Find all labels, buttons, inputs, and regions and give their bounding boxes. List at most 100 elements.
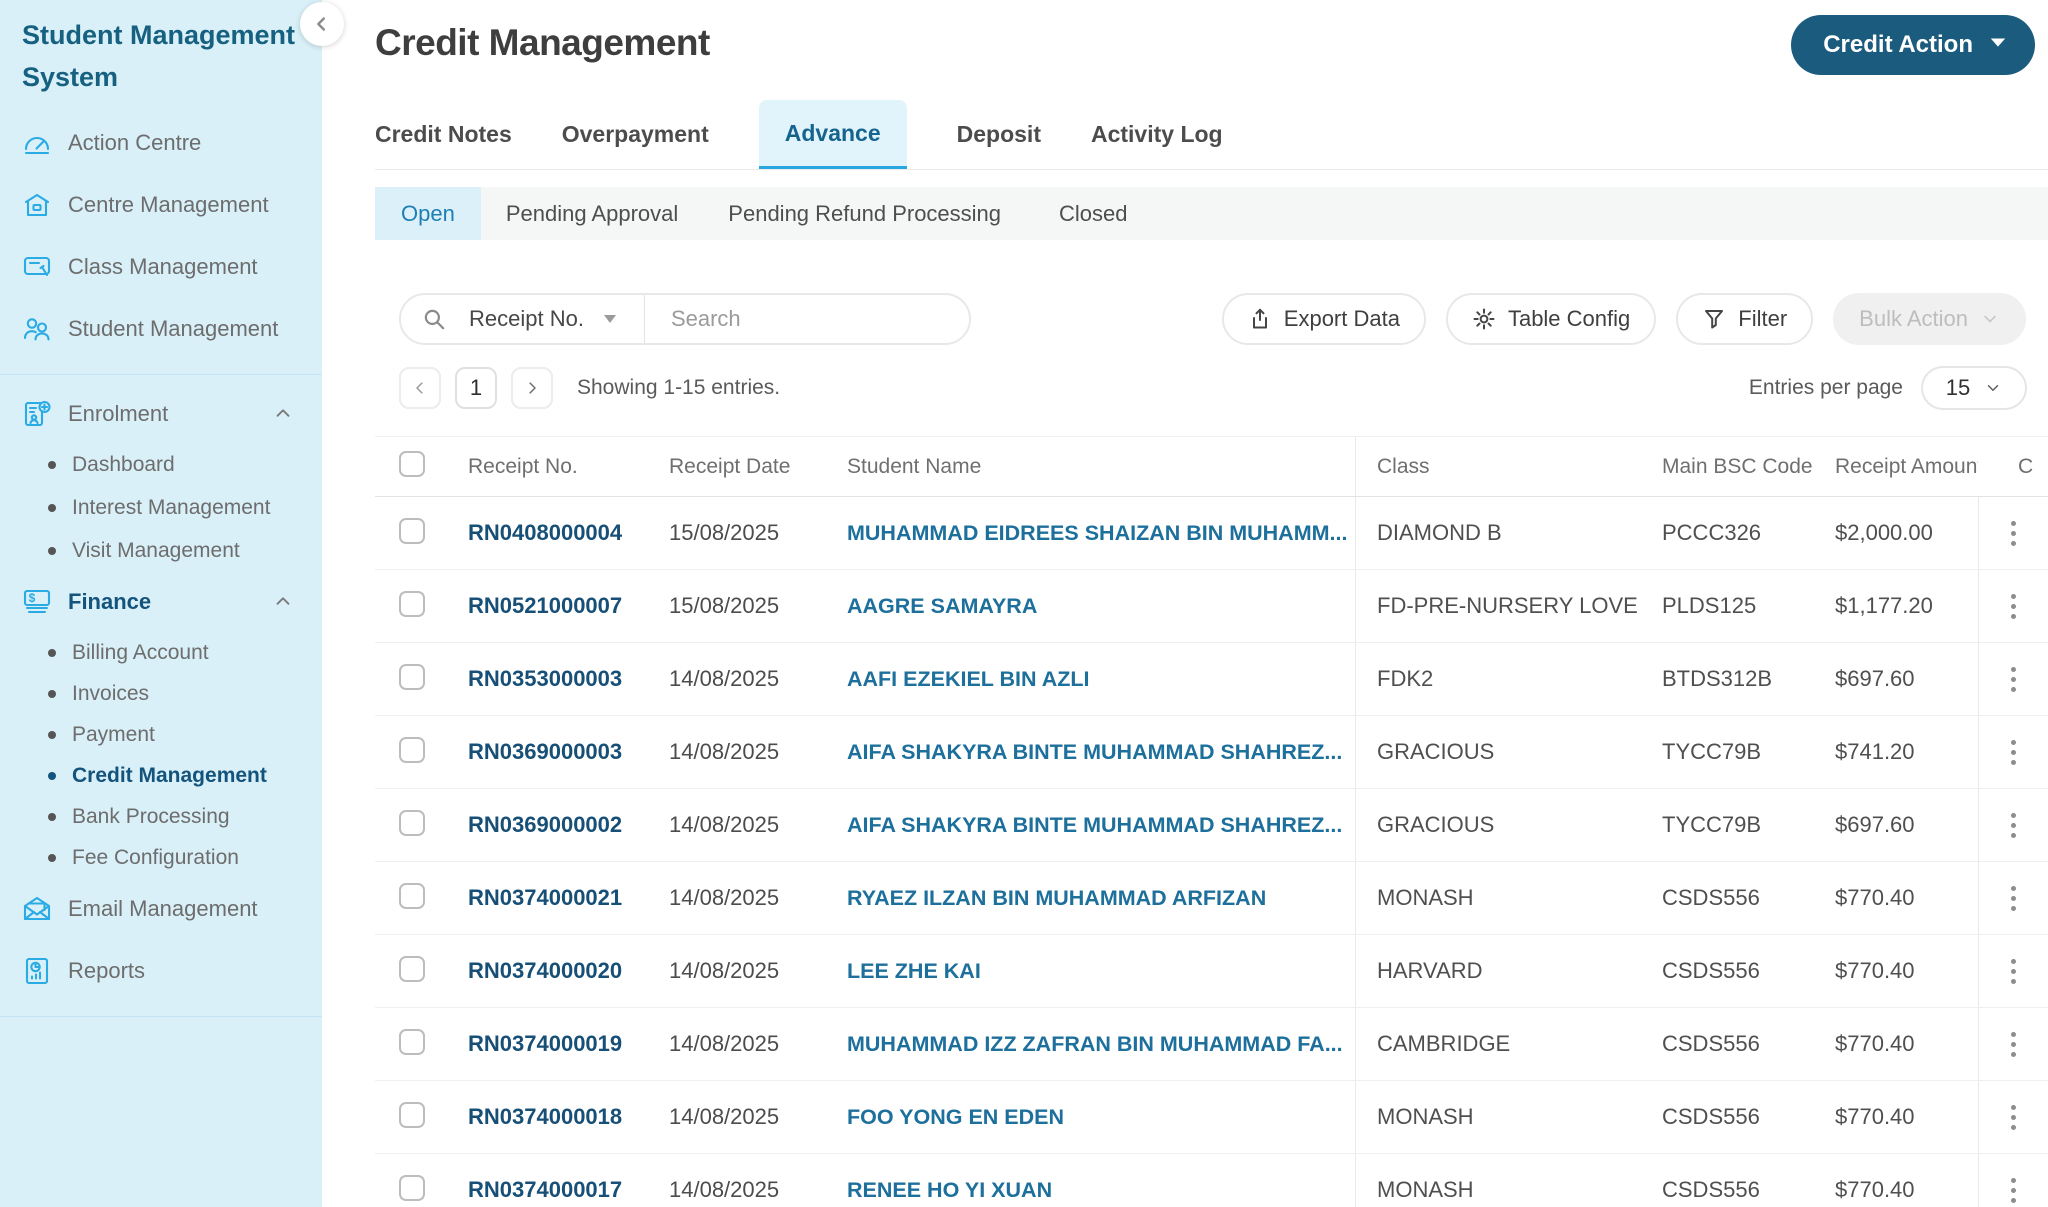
kebab-menu-icon[interactable] bbox=[2005, 734, 2022, 771]
bulk-action-button[interactable]: Bulk Action bbox=[1833, 293, 2026, 345]
sidebar-item-finance[interactable]: $ Finance bbox=[0, 572, 322, 632]
student-name-link[interactable]: MUHAMMAD IZZ ZAFRAN BIN MUHAMMAD FA... bbox=[847, 1032, 1343, 1056]
receipt-no-link[interactable]: RN0369000002 bbox=[468, 812, 622, 837]
search-category-dropdown[interactable]: Receipt No. bbox=[469, 306, 618, 332]
sidebar-subitem-visit-management[interactable]: Visit Management bbox=[0, 529, 322, 572]
table-row: RN0374000018 14/08/2025 FOO YONG EN EDEN… bbox=[375, 1081, 2048, 1154]
sidebar-item-label: Reports bbox=[68, 958, 146, 983]
sidebar-subitem-dashboard[interactable]: Dashboard bbox=[0, 443, 322, 486]
prev-page-button[interactable] bbox=[399, 367, 441, 409]
sidebar-subitem-billing-account[interactable]: Billing Account bbox=[0, 632, 322, 673]
sidebar-subitem-credit-management[interactable]: Credit Management bbox=[0, 755, 322, 796]
entries-per-page-select[interactable]: 15 bbox=[1921, 366, 2027, 410]
student-name-link[interactable]: AIFA SHAKYRA BINTE MUHAMMAD SHAHREZ... bbox=[847, 813, 1342, 837]
receipt-no-link[interactable]: RN0374000021 bbox=[468, 885, 622, 910]
sidebar-item-label: Email Management bbox=[68, 896, 258, 921]
receipt-no-link[interactable]: RN0374000018 bbox=[468, 1104, 622, 1129]
receipt-amount-cell: $770.40 bbox=[1835, 1031, 1915, 1056]
receipt-no-link[interactable]: RN0521000007 bbox=[468, 593, 622, 618]
class-cell: CAMBRIDGE bbox=[1355, 1008, 1645, 1080]
kebab-menu-icon[interactable] bbox=[2005, 661, 2022, 698]
tab-activity-log[interactable]: Activity Log bbox=[1091, 100, 1223, 169]
student-name-link[interactable]: FOO YONG EN EDEN bbox=[847, 1105, 1064, 1129]
tab-bar: Credit Notes Overpayment Advance Deposit… bbox=[375, 100, 2048, 170]
table-row: RN0353000003 14/08/2025 AAFI EZEKIEL BIN… bbox=[375, 643, 2048, 716]
kebab-menu-icon[interactable] bbox=[2005, 588, 2022, 625]
kebab-menu-icon[interactable] bbox=[2005, 807, 2022, 844]
student-name-link[interactable]: AAFI EZEKIEL BIN AZLI bbox=[847, 667, 1089, 691]
receipt-no-link[interactable]: RN0374000017 bbox=[468, 1177, 622, 1202]
class-cell: MONASH bbox=[1355, 1081, 1645, 1153]
sidebar-subitem-payment[interactable]: Payment bbox=[0, 714, 322, 755]
subtab-closed[interactable]: Closed bbox=[1059, 187, 1127, 240]
sidebar-item-reports[interactable]: Reports bbox=[0, 940, 322, 1002]
row-checkbox[interactable] bbox=[399, 1101, 425, 1128]
sidebar-nav: Action Centre Centre Management Class Ma… bbox=[0, 112, 322, 1027]
kebab-menu-icon[interactable] bbox=[2005, 1099, 2022, 1136]
filter-button[interactable]: Filter bbox=[1676, 293, 1814, 345]
table-body: RN0408000004 15/08/2025 MUHAMMAD EIDREES… bbox=[375, 497, 2048, 1207]
credit-action-button[interactable]: Credit Action bbox=[1791, 15, 2035, 75]
export-data-button[interactable]: Export Data bbox=[1221, 293, 1426, 345]
sidebar-item-class-management[interactable]: Class Management bbox=[0, 236, 322, 298]
tab-advance[interactable]: Advance bbox=[758, 100, 907, 169]
row-checkbox[interactable] bbox=[399, 1028, 425, 1055]
page-number-button[interactable]: 1 bbox=[455, 367, 497, 409]
reports-icon bbox=[22, 956, 52, 986]
student-name-link[interactable]: RENEE HO YI XUAN bbox=[847, 1178, 1052, 1202]
row-checkbox[interactable] bbox=[399, 517, 425, 544]
subtab-pending-approval[interactable]: Pending Approval bbox=[506, 187, 678, 240]
svg-text:$: $ bbox=[29, 591, 36, 605]
sidebar-subitem-interest-management[interactable]: Interest Management bbox=[0, 486, 322, 529]
main-content: Credit Management Credit Action Credit N… bbox=[322, 0, 2048, 1207]
kebab-menu-icon[interactable] bbox=[2005, 1172, 2022, 1207]
row-checkbox[interactable] bbox=[399, 955, 425, 982]
student-name-link[interactable]: RYAEZ ILZAN BIN MUHAMMAD ARFIZAN bbox=[847, 886, 1266, 910]
sidebar-subitem-fee-configuration[interactable]: Fee Configuration bbox=[0, 837, 322, 878]
kebab-menu-icon[interactable] bbox=[2005, 880, 2022, 917]
student-name-link[interactable]: AIFA SHAKYRA BINTE MUHAMMAD SHAHREZ... bbox=[847, 740, 1342, 764]
kebab-menu-icon[interactable] bbox=[2005, 953, 2022, 990]
sidebar-item-centre-management[interactable]: Centre Management bbox=[0, 174, 322, 236]
kebab-menu-icon[interactable] bbox=[2005, 1026, 2022, 1063]
column-header-receipt-no: Receipt No. bbox=[468, 454, 578, 478]
receipt-no-link[interactable]: RN0374000019 bbox=[468, 1031, 622, 1056]
subtab-pending-refund-processing[interactable]: Pending Refund Processing bbox=[728, 187, 1001, 240]
sidebar-subitem-bank-processing[interactable]: Bank Processing bbox=[0, 796, 322, 837]
sidebar-item-email-management[interactable]: Email Management bbox=[0, 878, 322, 940]
row-checkbox[interactable] bbox=[399, 882, 425, 909]
sidebar-collapse-button[interactable] bbox=[300, 2, 344, 46]
row-checkbox[interactable] bbox=[399, 736, 425, 763]
select-all-checkbox[interactable] bbox=[399, 450, 425, 477]
chevron-up-icon[interactable] bbox=[272, 403, 294, 425]
student-name-link[interactable]: AAGRE SAMAYRA bbox=[847, 594, 1037, 618]
sidebar-item-action-centre[interactable]: Action Centre bbox=[0, 112, 322, 174]
receipt-no-link[interactable]: RN0408000004 bbox=[468, 520, 622, 545]
row-checkbox[interactable] bbox=[399, 590, 425, 617]
receipt-no-link[interactable]: RN0369000003 bbox=[468, 739, 622, 764]
tab-credit-notes[interactable]: Credit Notes bbox=[375, 100, 512, 169]
kebab-menu-icon[interactable] bbox=[2005, 515, 2022, 552]
row-checkbox[interactable] bbox=[399, 663, 425, 690]
sidebar-subitem-invoices[interactable]: Invoices bbox=[0, 673, 322, 714]
tab-deposit[interactable]: Deposit bbox=[957, 100, 1041, 169]
class-cell: FDK2 bbox=[1355, 643, 1645, 715]
row-checkbox[interactable] bbox=[399, 1174, 425, 1201]
receipt-no-link[interactable]: RN0353000003 bbox=[468, 666, 622, 691]
subtab-open[interactable]: Open bbox=[375, 187, 481, 240]
sidebar-item-enrolment[interactable]: Enrolment bbox=[0, 385, 322, 443]
search-input[interactable] bbox=[670, 306, 911, 332]
chevron-up-icon[interactable] bbox=[272, 591, 294, 613]
main-bsc-code-cell: CSDS556 bbox=[1662, 1031, 1760, 1056]
bullet-icon bbox=[48, 812, 56, 821]
student-name-link[interactable]: LEE ZHE KAI bbox=[847, 959, 981, 983]
receipt-amount-cell: $770.40 bbox=[1835, 1104, 1915, 1129]
table-config-button[interactable]: Table Config bbox=[1445, 293, 1657, 345]
receipt-no-link[interactable]: RN0374000020 bbox=[468, 958, 622, 983]
row-checkbox[interactable] bbox=[399, 809, 425, 836]
receipt-amount-cell: $770.40 bbox=[1835, 885, 1915, 910]
tab-overpayment[interactable]: Overpayment bbox=[562, 100, 709, 169]
next-page-button[interactable] bbox=[511, 367, 553, 409]
student-name-link[interactable]: MUHAMMAD EIDREES SHAIZAN BIN MUHAMM... bbox=[847, 521, 1347, 545]
sidebar-item-student-management[interactable]: Student Management bbox=[0, 298, 322, 360]
